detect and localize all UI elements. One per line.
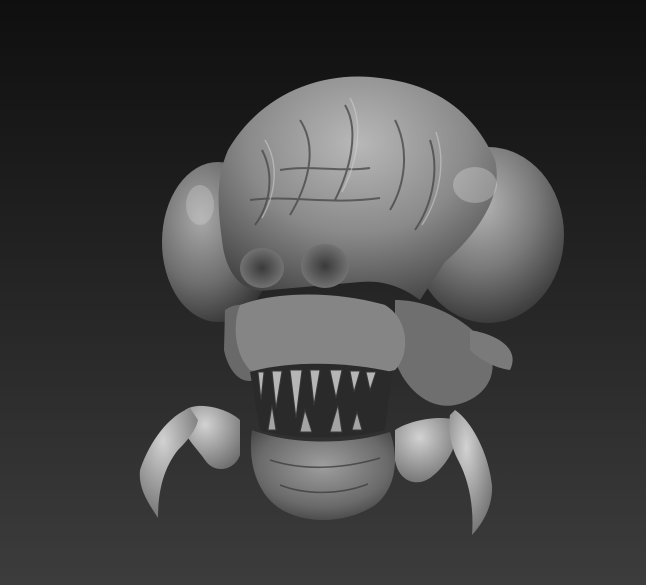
right-eye-socket — [301, 244, 349, 288]
lower-jaw — [250, 430, 395, 520]
right-claw — [449, 410, 493, 535]
left-claw — [139, 408, 198, 518]
alien-creature-sculpt-icon — [139, 76, 564, 535]
sculpt-viewport[interactable] — [0, 0, 646, 585]
left-eye-socket — [240, 248, 284, 288]
right-mandible-arm — [395, 418, 457, 483]
